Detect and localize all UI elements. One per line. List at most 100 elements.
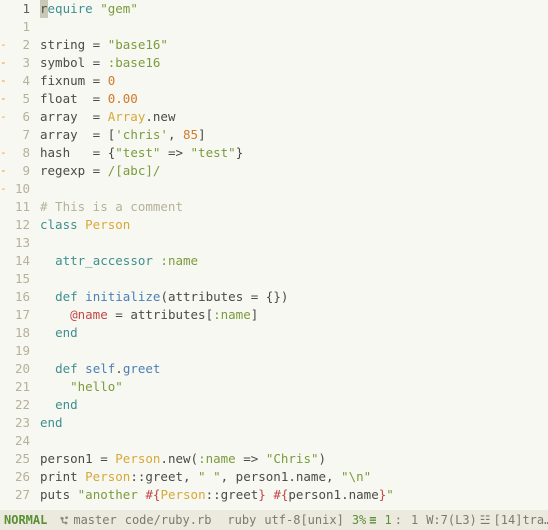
line-number: 11: [0, 198, 30, 216]
token-const: Person: [160, 487, 205, 502]
code-line[interactable]: float = 0.00: [40, 90, 548, 108]
token-id: [40, 253, 55, 268]
token-const: Array: [108, 109, 146, 124]
lint-warnings: W:7(L3)☳[14]tra…: [426, 511, 548, 529]
line-number: 21: [0, 378, 30, 396]
line-number: 14: [0, 252, 30, 270]
token-const: Person: [115, 451, 160, 466]
line-number: 4: [0, 72, 30, 90]
file-type: ruby: [227, 511, 256, 529]
token-str: "base16": [108, 37, 168, 52]
token-kw: def: [55, 289, 85, 304]
code-area[interactable]: require "gem" string = "base16"symbol = :…: [40, 0, 548, 504]
line-number: 17: [0, 306, 30, 324]
code-line[interactable]: end: [40, 324, 548, 342]
cursor: r: [40, 0, 48, 18]
token-id: person1 =: [40, 451, 115, 466]
token-id: [40, 397, 55, 412]
token-id: [40, 289, 55, 304]
token-str: "another: [78, 487, 146, 502]
token-id: [40, 361, 55, 376]
code-line[interactable]: person1 = Person.new(:name => "Chris"): [40, 450, 548, 468]
cursor-col: 1: [405, 511, 418, 529]
scroll-percent: 3%: [352, 511, 366, 529]
token-id: =>: [160, 145, 190, 160]
token-id: print: [40, 469, 85, 484]
token-id: array = [: [40, 127, 115, 142]
token-id: hash = {: [40, 145, 115, 160]
token-kw: end: [55, 397, 78, 412]
token-str: ": [386, 487, 394, 502]
token-kw: equire: [48, 1, 101, 16]
token-blue: self: [85, 361, 115, 376]
token-str: "\n": [341, 469, 371, 484]
lint-separator-icon: ☳: [480, 511, 491, 529]
hamburger-icon: ≡: [369, 511, 376, 529]
token-str: "gem": [100, 1, 138, 16]
token-kw: end: [55, 325, 78, 340]
token-sym: :base16: [108, 55, 161, 70]
line-number: 16: [0, 288, 30, 306]
code-line[interactable]: [40, 342, 548, 360]
token-str: "Chris": [266, 451, 319, 466]
token-str: "hello": [70, 379, 123, 394]
git-branch-name: master: [73, 511, 116, 529]
token-id: ::greet,: [130, 469, 198, 484]
code-line[interactable]: class Person: [40, 216, 548, 234]
lint-warning-text: W:7(L3): [426, 511, 477, 529]
line-number: 24: [0, 432, 30, 450]
token-str: "test": [115, 145, 160, 160]
code-line[interactable]: array = Array.new: [40, 108, 548, 126]
code-line[interactable]: def self.greet: [40, 360, 548, 378]
code-line[interactable]: print Person::greet, " ", person1.name, …: [40, 468, 548, 486]
code-line[interactable]: def initialize(attributes = {}): [40, 288, 548, 306]
code-line[interactable]: require "gem": [40, 0, 548, 18]
token-id: [40, 379, 70, 394]
line-number: 2: [0, 36, 30, 54]
file-encoding: utf-8[unix]: [264, 511, 343, 529]
token-id: puts: [40, 487, 78, 502]
lint-error-text: [14]tra…: [494, 511, 548, 529]
token-interp: }: [258, 487, 266, 502]
line-number: 9: [0, 162, 30, 180]
code-line[interactable]: "hello": [40, 378, 548, 396]
line-number: 1: [0, 18, 30, 36]
token-id: ,: [168, 127, 183, 142]
status-bar: NORMAL master code/ruby.rb ruby utf-8[un…: [0, 510, 548, 530]
code-line[interactable]: [40, 180, 548, 198]
code-line[interactable]: puts "another #{Person::greet} #{person1…: [40, 486, 548, 504]
code-line[interactable]: attr_accessor :name: [40, 252, 548, 270]
token-kw: attr_accessor: [55, 253, 160, 268]
token-id: ]: [251, 307, 259, 322]
line-number: 18: [0, 324, 30, 342]
code-line[interactable]: # This is a comment: [40, 198, 548, 216]
token-id: ): [319, 451, 327, 466]
token-blue: greet: [123, 361, 161, 376]
line-number: 27: [0, 486, 30, 504]
token-id: symbol =: [40, 55, 108, 70]
code-line[interactable]: array = ['chris', 85]: [40, 126, 548, 144]
token-id: }: [236, 145, 244, 160]
token-id: float =: [40, 91, 108, 106]
code-line[interactable]: [40, 270, 548, 288]
cursor-line: 1: [385, 511, 392, 529]
token-num: 0.00: [108, 91, 138, 106]
code-line[interactable]: [40, 18, 548, 36]
code-line[interactable]: [40, 432, 548, 450]
code-line[interactable]: hash = {"test" => "test"}: [40, 144, 548, 162]
code-line[interactable]: [40, 234, 548, 252]
code-line[interactable]: end: [40, 396, 548, 414]
token-id: [40, 325, 55, 340]
token-id: ]: [198, 127, 206, 142]
code-line[interactable]: fixnum = 0: [40, 72, 548, 90]
code-line[interactable]: symbol = :base16: [40, 54, 548, 72]
code-line[interactable]: string = "base16": [40, 36, 548, 54]
line-number: 7: [0, 126, 30, 144]
git-branch-segment: master: [59, 511, 116, 529]
line-number: 25: [0, 450, 30, 468]
code-line[interactable]: @name = attributes[:name]: [40, 306, 548, 324]
code-line[interactable]: end: [40, 414, 548, 432]
code-line[interactable]: regexp = /[abc]/: [40, 162, 548, 180]
token-num: 85: [183, 127, 198, 142]
editor-viewport[interactable]: ------------ 112345678910111213141516171…: [0, 0, 548, 530]
